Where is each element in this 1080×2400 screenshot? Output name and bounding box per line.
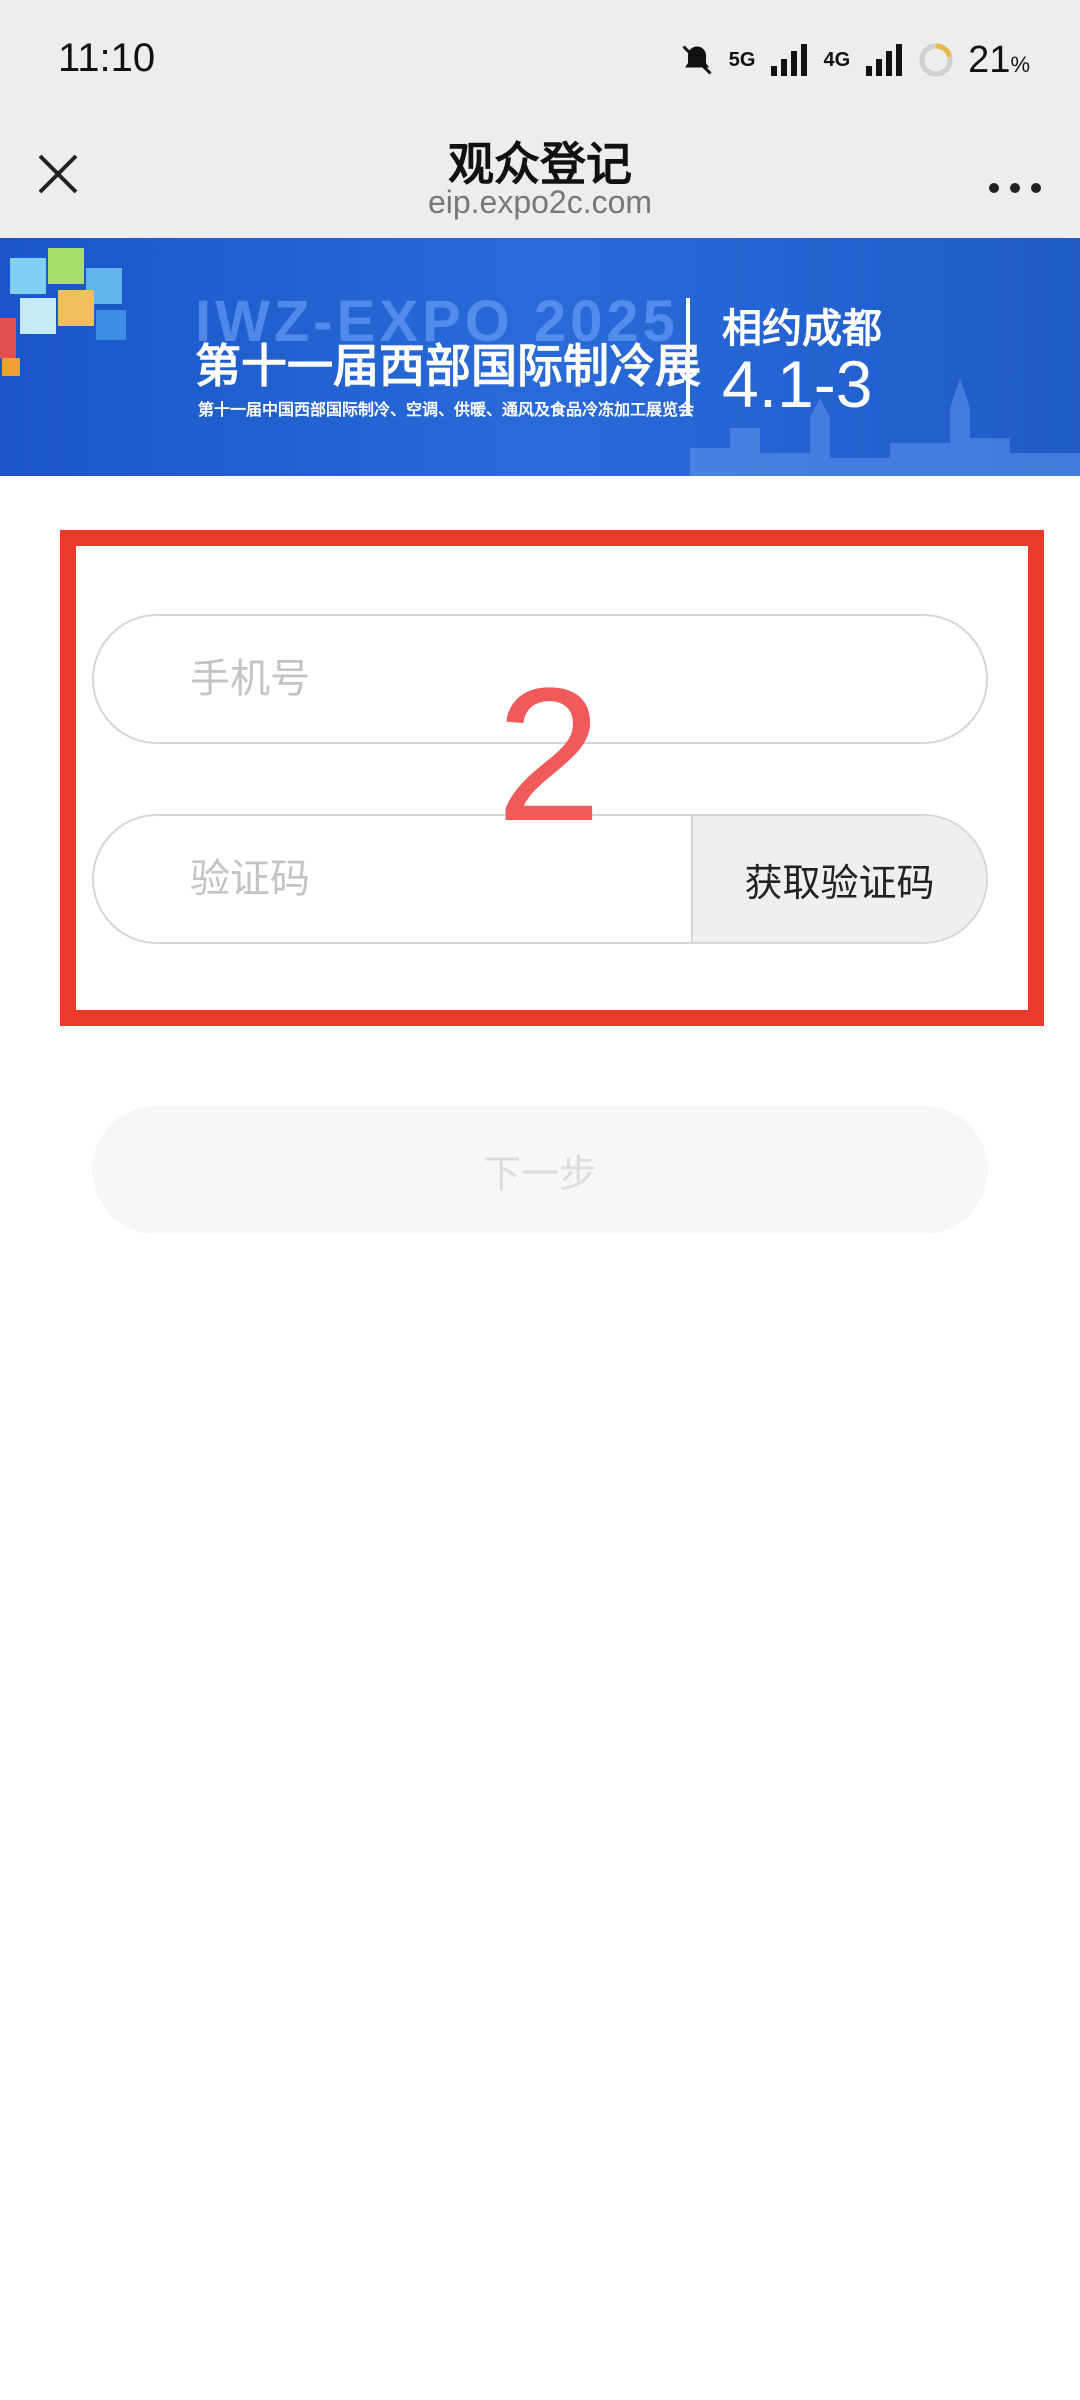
page-url: eip.expo2c.com — [427, 184, 653, 220]
banner-dates: 4.1-3 — [722, 347, 873, 421]
battery-level: 21% — [968, 38, 1030, 81]
network-label-5g: 5G — [728, 48, 756, 71]
title-bar: 观众登记 eip.expo2c.com — [0, 128, 1080, 238]
next-button[interactable]: 下一步 — [92, 1106, 988, 1234]
signal-icon — [866, 44, 903, 76]
cube-logo — [0, 248, 126, 376]
step-number: 2 — [496, 649, 602, 861]
banner-subtitle: 第十一届中国西部国际制冷、空调、供暖、通风及食品冷冻加工展览会 — [198, 400, 695, 419]
battery-ring-icon — [919, 43, 953, 77]
signal-icon — [771, 44, 808, 76]
expo-banner: IWZ-EXPO 2025 第十一届西部国际制冷展 第十一届中国西部国际制冷、空… — [0, 238, 1080, 476]
status-icons: 5G 4G 21% — [679, 30, 1030, 90]
status-bar: 11:10 5G 4G 21% — [0, 0, 1080, 128]
status-time: 11:10 — [58, 36, 156, 80]
banner-title: 第十一届西部国际制冷展 — [195, 339, 701, 393]
more-icon — [989, 183, 1041, 193]
mute-bell-icon — [682, 45, 712, 75]
banner-divider — [686, 298, 690, 416]
network-label-4g: 4G — [823, 48, 851, 71]
more-button[interactable] — [980, 146, 1050, 202]
